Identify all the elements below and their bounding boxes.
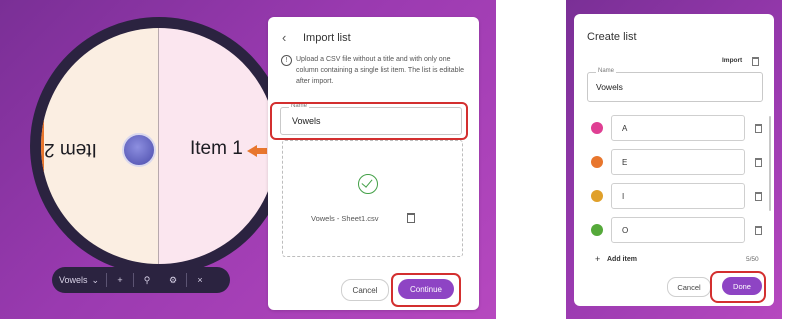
- list-item: E: [587, 149, 767, 175]
- close-toolbar-button[interactable]: ×: [187, 267, 213, 293]
- create-list-dialog: Create list Import Name Vowels A E I O +…: [574, 14, 774, 306]
- list-item-input[interactable]: E: [611, 149, 745, 175]
- plus-icon[interactable]: +: [595, 254, 600, 264]
- list-item-input[interactable]: O: [611, 217, 745, 243]
- done-button-highlight: [710, 271, 766, 303]
- cancel-button[interactable]: Cancel: [667, 277, 711, 297]
- close-icon: ×: [197, 275, 203, 285]
- trash-icon[interactable]: [755, 226, 762, 235]
- check-circle-icon: [358, 174, 378, 194]
- color-swatch[interactable]: [591, 156, 603, 168]
- back-arrow-icon[interactable]: ‹: [282, 30, 286, 45]
- list-item: O: [587, 217, 767, 243]
- color-swatch[interactable]: [591, 122, 603, 134]
- tool-button[interactable]: ⚲: [134, 267, 160, 293]
- list-selector-label: Vowels: [58, 275, 88, 285]
- trash-icon[interactable]: [755, 192, 762, 201]
- add-button[interactable]: +: [107, 267, 133, 293]
- wheel-pointer-stem: [255, 148, 267, 154]
- file-dropzone[interactable]: Vowels - Sheet1.csv: [282, 140, 463, 257]
- list-item-input[interactable]: I: [611, 183, 745, 209]
- info-icon: !: [281, 55, 292, 66]
- wheel-toolbar: Vowels ⌄ + ⚲ ⚙ ×: [52, 267, 230, 293]
- left-screenshot-panel: Item 2 Item 1 Vowels ⌄ + ⚲ ⚙ × ‹ Import …: [0, 0, 496, 319]
- list-name-label: Name: [596, 68, 617, 74]
- trash-icon[interactable]: [407, 213, 415, 223]
- dialog-title: Create list: [587, 31, 637, 43]
- list-item: I: [587, 183, 767, 209]
- list-item-input[interactable]: A: [611, 115, 745, 141]
- color-swatch[interactable]: [591, 224, 603, 236]
- list-item-value: I: [622, 192, 625, 201]
- list-selector[interactable]: Vowels ⌄: [52, 267, 106, 293]
- add-item-button[interactable]: Add item: [607, 256, 637, 263]
- upload-icon[interactable]: [752, 57, 759, 66]
- wand-icon: ⚲: [143, 274, 151, 285]
- color-swatch[interactable]: [591, 190, 603, 202]
- chevron-down-icon: ⌄: [91, 274, 100, 285]
- list-name-field[interactable]: Name Vowels: [587, 68, 763, 102]
- import-link[interactable]: Import: [722, 57, 742, 64]
- import-instructions: Upload a CSV file without a title and wi…: [296, 56, 464, 85]
- list-name-value: Vowels: [596, 82, 623, 92]
- import-list-dialog: ‹ Import list ! Upload a CSV file withou…: [268, 17, 479, 310]
- uploaded-file-name: Vowels - Sheet1.csv: [311, 214, 379, 223]
- item-count: 5/50: [746, 256, 759, 263]
- continue-button-highlight: [391, 273, 461, 307]
- scrollbar[interactable]: [769, 116, 771, 211]
- trash-icon[interactable]: [755, 124, 762, 133]
- plus-icon: +: [117, 275, 123, 285]
- name-field-highlight: [270, 102, 468, 140]
- list-item: A: [587, 115, 767, 141]
- wheel-item-1-label: Item 1: [190, 138, 243, 159]
- list-item-value: A: [622, 124, 628, 133]
- list-item-value: O: [622, 226, 629, 235]
- settings-button[interactable]: ⚙: [160, 267, 186, 293]
- cancel-button[interactable]: Cancel: [341, 279, 389, 301]
- wheel-hub[interactable]: [122, 133, 156, 167]
- gear-icon: ⚙: [168, 274, 178, 285]
- wheel-item-2-label: Item 2: [44, 139, 97, 160]
- dialog-title: Import list: [303, 32, 351, 44]
- list-item-value: E: [622, 158, 628, 167]
- trash-icon[interactable]: [755, 158, 762, 167]
